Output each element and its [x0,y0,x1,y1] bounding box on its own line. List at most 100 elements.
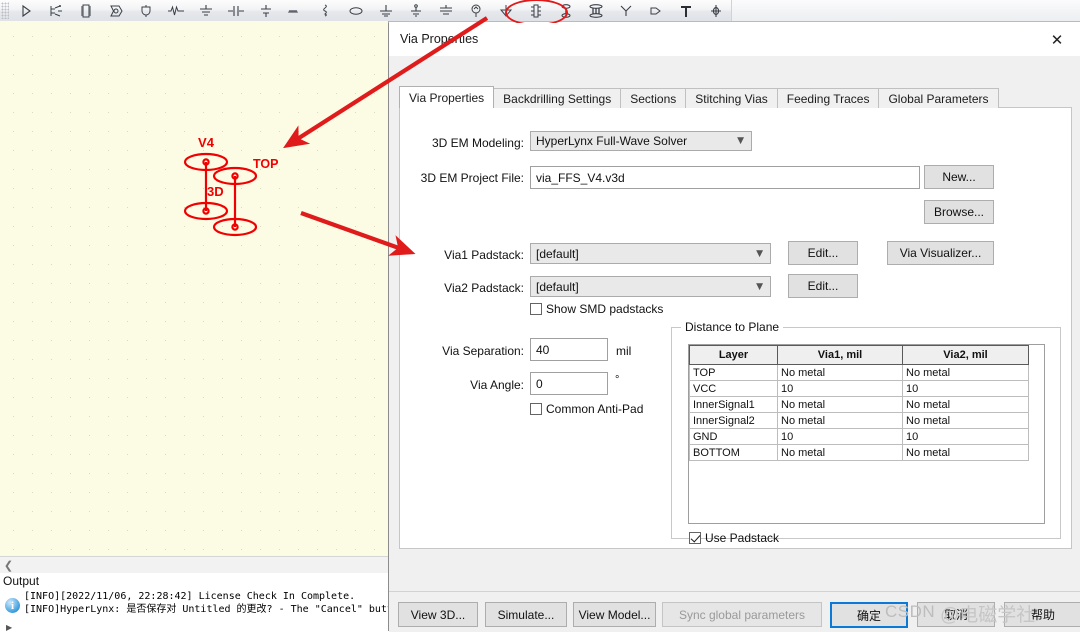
new-button[interactable]: New... [924,165,994,189]
ground-icon[interactable] [401,1,431,20]
table-row[interactable]: TOP No metal No metal [689,364,1029,381]
project-file-input[interactable]: via_FFS_V4.v3d [530,166,920,189]
via-angle-input[interactable]: 0 [530,372,608,395]
tab-global-parameters[interactable]: Global Parameters [878,88,999,108]
chevron-down-icon: ▼ [756,281,763,292]
use-padstack-checkbox[interactable]: Use Padstack [689,531,779,545]
via2-padstack-value: [default] [536,279,579,294]
table-row[interactable]: GND 10 10 [689,428,1029,445]
distance-to-plane-table[interactable]: Layer Via1, mil Via2, mil TOP No metal N… [689,345,1029,461]
resistor-icon[interactable] [311,1,341,20]
toolbar-empty-area [731,0,1080,21]
via-separation-input[interactable]: 40 [530,338,608,361]
waveform-icon[interactable] [161,1,191,20]
tab-via-properties[interactable]: Via Properties [399,86,495,108]
cell-via1[interactable]: 10 [777,428,903,445]
checkbox-box [689,532,701,544]
capacitor-icon[interactable] [251,1,281,20]
output-log-line: [INFO]HyperLynx: 是否保存对 Untitled 的更改? - T… [24,603,388,615]
differential-ground-icon[interactable] [431,1,461,20]
output-log[interactable]: i [INFO][2022/11/06, 22:28:42] License C… [0,590,388,632]
help-button[interactable]: 帮助 [1004,602,1080,627]
cancel-button[interactable]: 取消 [917,602,995,627]
dialog-footer: View 3D... Simulate... View Model... Syn… [389,591,1080,632]
table-row[interactable]: InnerSignal1 No metal No metal [689,396,1029,413]
cell-via1[interactable]: No metal [777,396,903,413]
canvas-label-3d: 3D [207,184,224,199]
cell-layer: InnerSignal2 [689,412,778,429]
simulate-button[interactable]: Simulate... [485,602,567,627]
ic-pin-icon[interactable] [521,1,551,20]
cell-via1[interactable]: No metal [777,412,903,429]
via-array-icon[interactable] [581,1,611,20]
connector-icon[interactable] [611,1,641,20]
ground-symbol-icon[interactable] [491,1,521,20]
cell-via2[interactable]: No metal [902,364,1029,381]
terminator-icon[interactable] [191,1,221,20]
cell-via1[interactable]: No metal [777,444,903,461]
tab-label: Global Parameters [888,91,989,106]
via-visualizer-button[interactable]: Via Visualizer... [887,241,994,265]
show-smd-padstacks-checkbox[interactable]: Show SMD padstacks [530,302,663,316]
common-antipad-label: Common Anti-Pad [546,402,644,416]
dialog-title: Via Properties [400,32,479,46]
cell-via1[interactable]: No metal [777,364,903,381]
canvas-horizontal-scrollbar[interactable]: ❮ [0,556,389,574]
text-icon[interactable] [671,1,701,20]
buffer-icon[interactable] [101,1,131,20]
ground-stub-icon[interactable] [371,1,401,20]
via-angle-label: Via Angle: [470,378,524,392]
tab-feeding-traces[interactable]: Feeding Traces [776,88,880,108]
dialog-titlebar[interactable]: Via Properties ✕ [389,23,1080,56]
run-icon[interactable] [11,1,41,20]
table-row[interactable]: VCC 10 10 [689,380,1029,397]
em-modeling-select[interactable]: HyperLynx Full-Wave Solver ▼ [530,131,752,151]
voltage-source-icon[interactable] [461,1,491,20]
table-row[interactable]: InnerSignal2 No metal No metal [689,412,1029,429]
via1-edit-button[interactable]: Edit... [788,241,858,265]
common-antipad-checkbox[interactable]: Common Anti-Pad [530,402,643,416]
schematic-canvas[interactable]: V4 TOP 3D [0,21,389,556]
cell-via2[interactable]: No metal [902,444,1029,461]
schematic-icon[interactable] [41,1,71,20]
inductor-icon[interactable] [281,1,311,20]
distance-table-frame[interactable]: Layer Via1, mil Via2, mil TOP No metal N… [688,344,1045,524]
via-single-icon[interactable] [551,1,581,20]
sync-global-parameters-button[interactable]: Sync global parameters [662,602,822,627]
probe-icon[interactable] [131,1,161,20]
tab-backdrilling-settings[interactable]: Backdrilling Settings [493,88,622,108]
ic-package-icon[interactable] [71,1,101,20]
main-toolbar [0,0,1080,26]
cell-via2[interactable]: 10 [902,380,1029,397]
component-icon[interactable] [701,1,731,20]
cell-layer: BOTTOM [689,444,778,461]
via1-padstack-select[interactable]: [default] ▼ [530,243,771,264]
checkbox-box [530,303,542,315]
cell-via2[interactable]: No metal [902,396,1029,413]
tab-label: Sections [630,91,677,106]
scroll-left-icon[interactable]: ❮ [0,557,17,574]
checkbox-box [530,403,542,415]
close-icon[interactable]: ✕ [1042,28,1072,51]
cell-via2[interactable]: 10 [902,428,1029,445]
ok-button[interactable]: 确定 [830,602,908,628]
view-model-button[interactable]: View Model... [573,602,656,627]
via2-padstack-select[interactable]: [default] ▼ [530,276,771,297]
use-padstack-label: Use Padstack [705,531,780,545]
canvas-label-via-name: V4 [198,135,215,150]
via2-edit-button[interactable]: Edit... [788,274,858,298]
project-file-value: via_FFS_V4.v3d [536,170,625,185]
pad-icon[interactable] [641,1,671,20]
series-rl-icon[interactable] [221,1,251,20]
view-3d-button[interactable]: View 3D... [398,602,478,627]
tab-label: Via Properties [409,90,485,105]
tab-sections[interactable]: Sections [620,88,687,108]
cell-via1[interactable]: 10 [777,380,903,397]
toolbar-grip[interactable] [1,2,9,19]
browse-button[interactable]: Browse... [924,200,994,224]
tab-stitching-vias[interactable]: Stitching Vias [685,88,778,108]
cell-via2[interactable]: No metal [902,412,1029,429]
oscillator-icon[interactable] [341,1,371,20]
table-row[interactable]: BOTTOM No metal No metal [689,444,1029,461]
info-icon: i [5,598,20,613]
